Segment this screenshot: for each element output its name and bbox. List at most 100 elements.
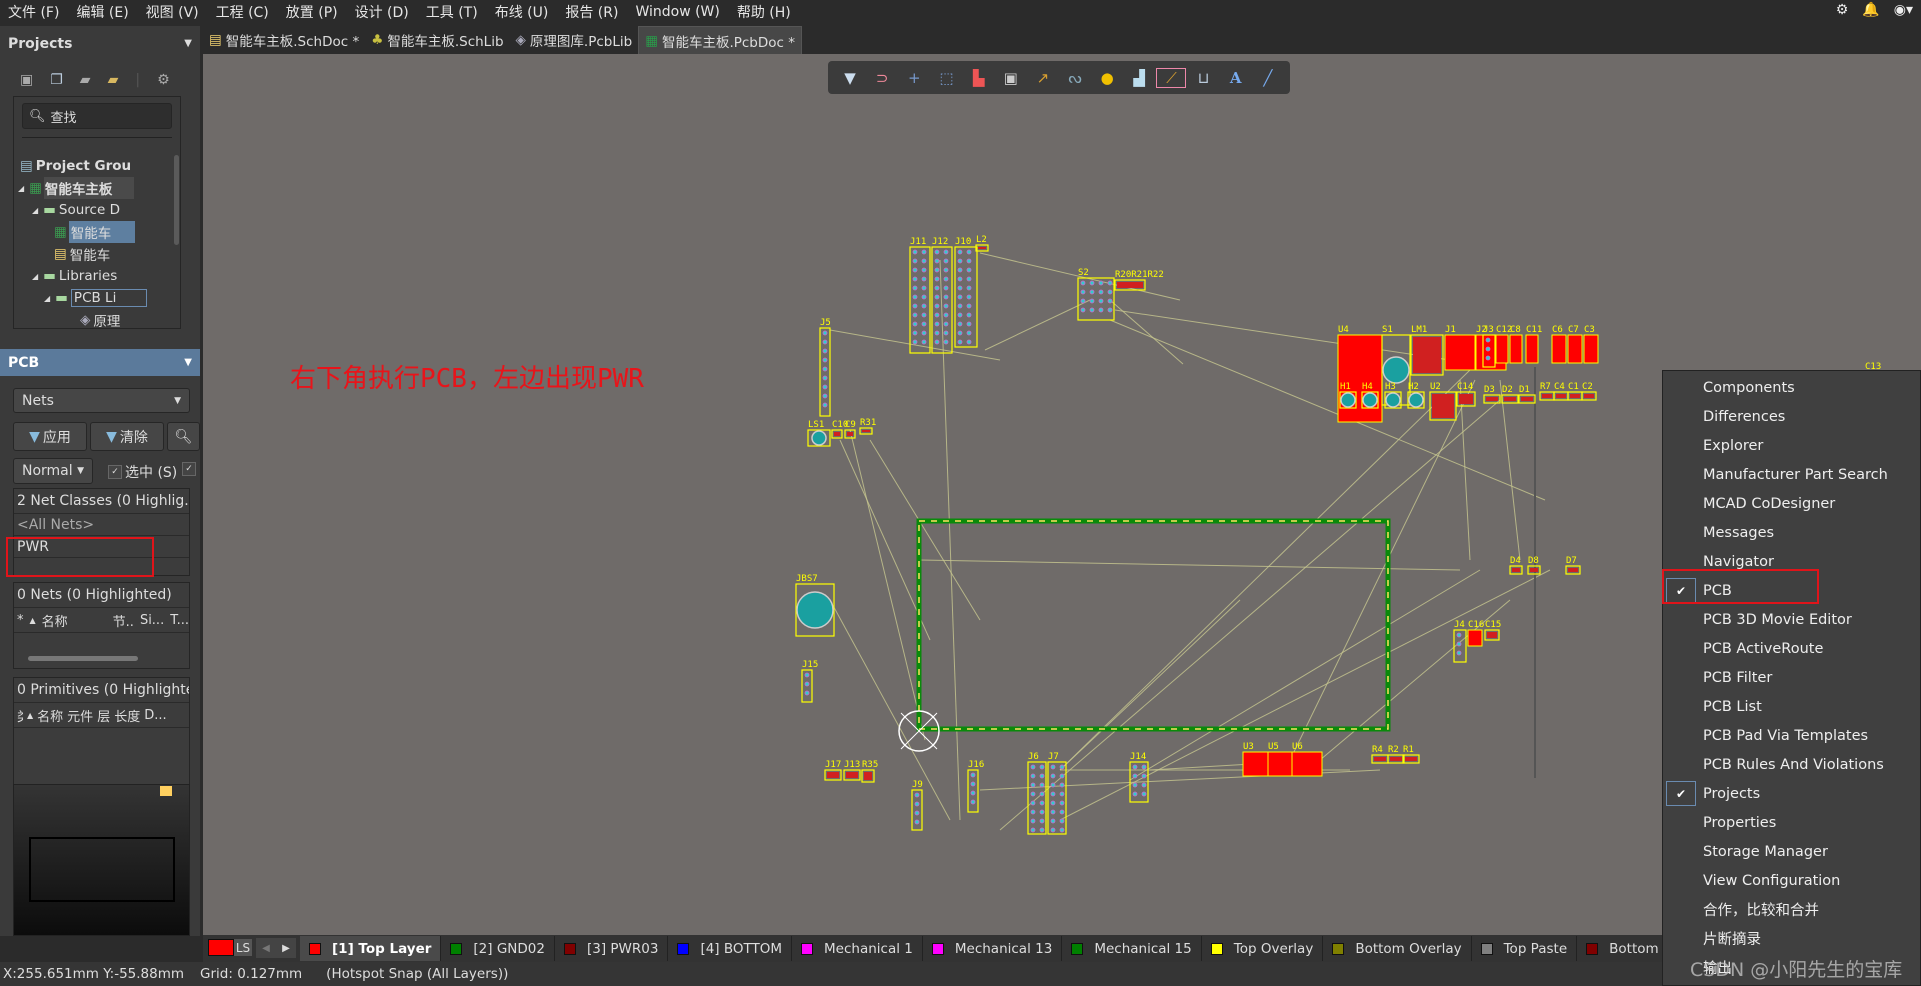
- menu-item[interactable]: 合作，比较和合并: [1663, 895, 1921, 924]
- pad: [912, 249, 918, 255]
- layer-tab[interactable]: [2] GND02: [441, 936, 555, 961]
- snap-icon[interactable]: ⊃: [868, 69, 896, 87]
- chevron-down-icon[interactable]: ▼: [184, 38, 192, 49]
- layer-tab[interactable]: Top Paste: [1472, 936, 1578, 961]
- layer-tab[interactable]: Top Overlay: [1202, 936, 1324, 961]
- tab-schlib[interactable]: ♣ 智能车主板.SchLib: [365, 26, 509, 54]
- tree-scrollbar[interactable]: [174, 155, 179, 245]
- menu-edit[interactable]: 编辑 (E): [76, 2, 128, 22]
- apply-button[interactable]: ▼ 应用: [13, 422, 87, 451]
- menu-project[interactable]: 工程 (C): [216, 2, 269, 22]
- layer-tab[interactable]: Mechanical 13: [923, 936, 1063, 961]
- chevron-down-icon[interactable]: ▼: [184, 357, 192, 368]
- layer-tab[interactable]: Mechanical 1: [792, 936, 923, 961]
- menu-item[interactable]: PCB List: [1663, 692, 1921, 721]
- menu-item[interactable]: Components: [1663, 373, 1921, 402]
- menu-item[interactable]: Differences: [1663, 402, 1921, 431]
- copy-icon[interactable]: ❐: [50, 72, 63, 88]
- layer-tab[interactable]: [4] BOTTOM: [668, 936, 793, 961]
- current-layer-swatch[interactable]: [208, 939, 234, 956]
- layer-tab[interactable]: [1] Top Layer: [300, 936, 442, 961]
- menu-item[interactable]: PCB Filter: [1663, 663, 1921, 692]
- chevron-left-icon[interactable]: ◀: [262, 943, 270, 954]
- menu-window[interactable]: Window (W): [635, 4, 719, 20]
- via-icon[interactable]: ●: [1093, 69, 1121, 87]
- chevron-right-icon[interactable]: ▶: [282, 943, 290, 954]
- menu-file[interactable]: 文件 (F): [8, 2, 59, 22]
- tree-item-source-docs[interactable]: ◢ ▬ Source D: [32, 199, 120, 221]
- menu-item[interactable]: Manufacturer Part Search: [1663, 460, 1921, 489]
- layer-tab[interactable]: [3] PWR03: [555, 936, 669, 961]
- net-class-row[interactable]: <All Nets>: [14, 514, 189, 536]
- polygon-icon[interactable]: ▟: [1125, 69, 1153, 87]
- tree-item-libraries[interactable]: ◢ ▬ Libraries: [32, 265, 117, 287]
- select-rect-icon[interactable]: ⬚: [932, 69, 960, 87]
- menu-item[interactable]: 片断摘录: [1663, 924, 1921, 953]
- tree-item-project-group[interactable]: ▤ Project Grou: [20, 155, 131, 177]
- menu-place[interactable]: 放置 (P): [286, 2, 338, 22]
- menu-design[interactable]: 设计 (D): [355, 2, 409, 22]
- minimap-viewport[interactable]: [29, 837, 175, 902]
- board-minimap[interactable]: [13, 784, 190, 936]
- diff-pair-icon[interactable]: ᔓ: [1061, 69, 1089, 87]
- cross-icon[interactable]: +: [900, 69, 928, 87]
- zoom-checkbox[interactable]: ✓: [182, 462, 196, 476]
- menu-item[interactable]: PCB 3D Movie Editor: [1663, 605, 1921, 634]
- component-icon[interactable]: ▣: [997, 69, 1025, 87]
- projects-panel-header[interactable]: Projects ▼: [0, 30, 200, 57]
- tab-schdoc[interactable]: ▤ 智能车主板.SchDoc *: [203, 26, 365, 54]
- component-designator: J14: [1130, 752, 1146, 762]
- menu-item[interactable]: Explorer: [1663, 431, 1921, 460]
- menu-item[interactable]: PCB ActiveRoute: [1663, 634, 1921, 663]
- folder-settings-icon[interactable]: ▰: [108, 72, 119, 88]
- highlight-mode-select[interactable]: Normal ▼: [13, 458, 93, 484]
- save-icon[interactable]: ▣: [20, 72, 33, 88]
- gear-icon[interactable]: ⚙: [157, 72, 170, 88]
- tree-item-schdoc[interactable]: ▤ 智能车: [54, 243, 110, 265]
- menu-item[interactable]: MCAD CoDesigner: [1663, 489, 1921, 518]
- search-input[interactable]: 🔍︎ 查找: [22, 103, 172, 129]
- route-icon[interactable]: ↗: [1029, 69, 1057, 87]
- tree-item-pcblib[interactable]: ◈ 原理: [80, 309, 120, 331]
- menu-item[interactable]: PCB Pad Via Templates: [1663, 721, 1921, 750]
- settings-icon[interactable]: ⚙: [1836, 2, 1849, 18]
- pad: [957, 267, 963, 273]
- text-icon[interactable]: A: [1222, 69, 1250, 87]
- menu-help[interactable]: 帮助 (H): [737, 2, 791, 22]
- menu-item[interactable]: View Configuration: [1663, 866, 1921, 895]
- pcb-mode-select[interactable]: Nets ▼: [13, 388, 190, 413]
- tab-pcblib[interactable]: ◈ 原理图库.PcbLib: [510, 26, 639, 54]
- menu-tools[interactable]: 工具 (T): [426, 2, 478, 22]
- folder-search-icon[interactable]: ▰: [80, 72, 91, 88]
- menu-item[interactable]: Storage Manager: [1663, 837, 1921, 866]
- layer-tab[interactable]: Bottom Overlay: [1323, 936, 1472, 961]
- menu-item[interactable]: Properties: [1663, 808, 1921, 837]
- pad: [822, 384, 828, 390]
- tree-item-pcb-libs[interactable]: ◢ ▬ PCB Li: [44, 287, 148, 309]
- bell-icon[interactable]: 🔔: [1862, 2, 1879, 18]
- nets-horizontal-scrollbar[interactable]: [28, 656, 138, 661]
- tab-pcbdoc[interactable]: ▦ 智能车主板.PcbDoc *: [638, 26, 802, 54]
- pcb-panel-header[interactable]: PCB ▼: [0, 349, 200, 376]
- user-icon[interactable]: ◉▾: [1894, 2, 1913, 18]
- track-icon[interactable]: ⟋: [1156, 67, 1187, 88]
- line-icon[interactable]: ╱: [1254, 69, 1282, 87]
- menu-view[interactable]: 视图 (V): [146, 2, 199, 22]
- layer-set-button[interactable]: LS: [234, 939, 252, 956]
- tree-item-project[interactable]: ◢ ▦ 智能车主板: [18, 177, 135, 199]
- clear-button[interactable]: ▼ 清除: [90, 422, 164, 451]
- zoom-button[interactable]: 🔍︎: [167, 422, 200, 451]
- menu-item[interactable]: Messages: [1663, 518, 1921, 547]
- layer-tab[interactable]: Mechanical 15: [1062, 936, 1202, 961]
- menu-item[interactable]: PCB Rules And Violations: [1663, 750, 1921, 779]
- menu-route[interactable]: 布线 (U): [495, 2, 549, 22]
- pad: [1039, 782, 1045, 788]
- pad: [921, 321, 927, 327]
- filter-icon[interactable]: ▼: [836, 69, 864, 87]
- menu-reports[interactable]: 报告 (R): [565, 2, 618, 22]
- select-checkbox[interactable]: ✓ 选中 (S): [108, 462, 177, 482]
- menu-item[interactable]: ✔ Projects: [1663, 779, 1921, 808]
- tree-item-pcbdoc[interactable]: ▦ 智能车: [54, 221, 136, 243]
- dimension-icon[interactable]: ⊔: [1190, 69, 1218, 87]
- align-icon[interactable]: ▙: [965, 69, 993, 87]
